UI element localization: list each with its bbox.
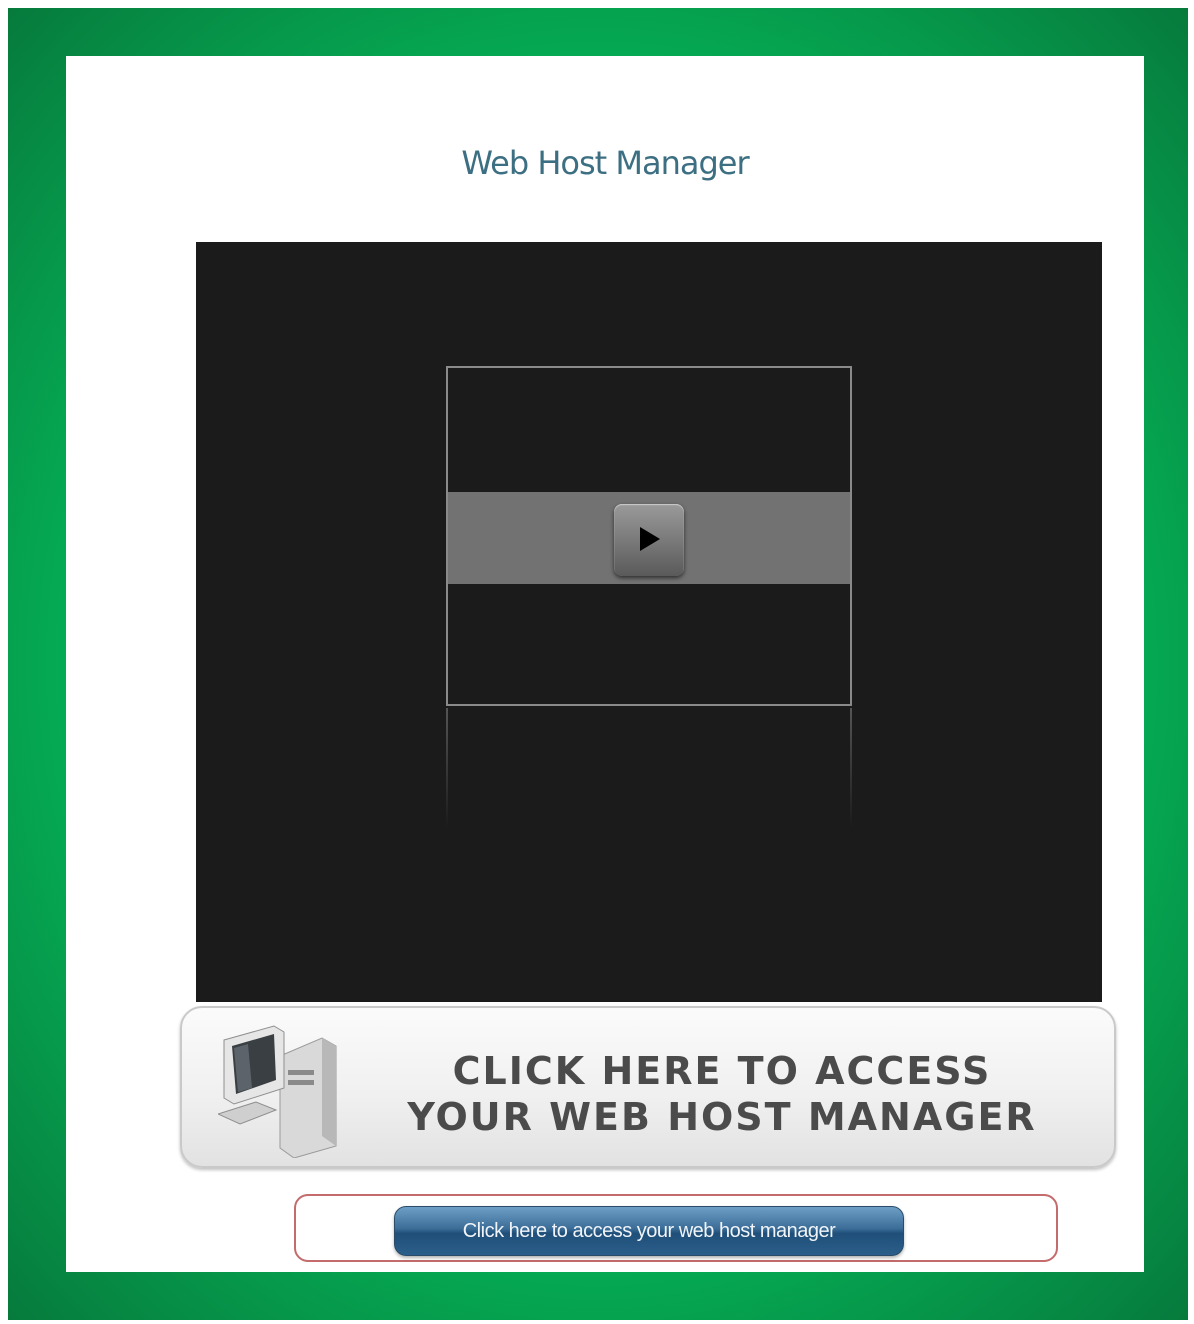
access-button-frame: Click here to access your web host manag…	[294, 1194, 1058, 1262]
video-control-bar	[448, 492, 850, 584]
video-player[interactable]	[196, 242, 1102, 1002]
banner-line-2: YOUR WEB HOST MANAGER	[407, 1095, 1037, 1139]
video-preview-box	[446, 366, 852, 706]
computer-icon	[218, 1025, 337, 1158]
content-panel: Web Host Manager CLICK HERE TO ACCESS YO…	[66, 56, 1144, 1272]
banner-text: CLICK HERE TO ACCESS YOUR WEB HOST MANAG…	[372, 1048, 1072, 1140]
banner-line-1: CLICK HERE TO ACCESS	[452, 1049, 992, 1093]
green-frame: Web Host Manager CLICK HERE TO ACCESS YO…	[8, 8, 1188, 1320]
play-icon	[640, 527, 660, 551]
preview-reflection-right	[850, 708, 852, 828]
play-button[interactable]	[614, 504, 684, 576]
access-web-host-manager-button[interactable]: Click here to access your web host manag…	[394, 1206, 904, 1256]
preview-reflection-left	[446, 708, 448, 828]
access-banner[interactable]: CLICK HERE TO ACCESS YOUR WEB HOST MANAG…	[180, 1006, 1116, 1168]
page-title: Web Host Manager	[461, 144, 749, 182]
